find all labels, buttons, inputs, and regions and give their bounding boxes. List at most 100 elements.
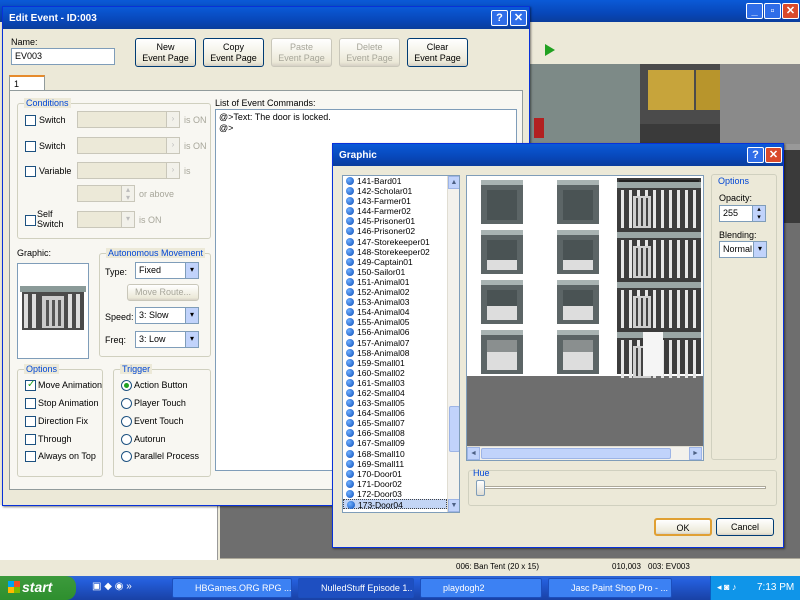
help-button[interactable]: ? (491, 10, 508, 26)
graphic-list-item[interactable]: 165-Small07 (343, 418, 447, 428)
command-line[interactable]: @> (219, 123, 513, 134)
close-button[interactable]: ✕ (510, 10, 527, 26)
map-tree-pane (0, 505, 218, 560)
graphic-list-item[interactable]: 146-Prisoner02 (343, 226, 447, 236)
through-checkbox[interactable] (25, 434, 36, 445)
task-hbgames[interactable]: HBGames.ORG RPG ... (172, 578, 292, 598)
action-button-radio[interactable] (121, 380, 132, 391)
graphic-list-item[interactable]: 171-Door02 (343, 479, 447, 489)
direction-fix-checkbox[interactable] (25, 416, 36, 427)
variable-select[interactable]: › (77, 162, 180, 179)
graphic-file-list[interactable]: 141-Bard01 142-Scholar01 143-Farmer01 144-F… (342, 175, 460, 513)
task-nulledstuff[interactable]: NulledStuff Episode 1... (298, 578, 414, 598)
play-icon[interactable] (545, 44, 555, 56)
switch1-checkbox[interactable] (25, 115, 36, 126)
graphic-list-item[interactable]: 154-Animal04 (343, 307, 447, 317)
type-select[interactable]: Fixed ▾ (135, 262, 199, 279)
graphic-list-item[interactable]: 168-Small10 (343, 449, 447, 459)
scroll-thumb[interactable] (449, 406, 459, 452)
graphic-list-item[interactable]: 148-Storekeeper02 (343, 247, 447, 257)
hue-slider-track[interactable] (476, 486, 766, 489)
graphic-list-item[interactable]: 161-Small03 (343, 378, 447, 388)
move-animation-checkbox[interactable] (25, 379, 36, 391)
graphic-list-item[interactable]: 158-Animal08 (343, 348, 447, 358)
graphic-list-item[interactable]: 145-Prisoner01 (343, 216, 447, 226)
switch1-select[interactable]: › (77, 111, 180, 128)
graphic-tile-view[interactable]: ◄ ► (466, 175, 704, 461)
variable-checkbox[interactable] (25, 166, 36, 177)
graphic-preview[interactable] (17, 263, 89, 359)
graphic-list-item[interactable]: 169-Small11 (343, 459, 447, 469)
opacity-spinner[interactable]: 255 ▴ ▾ (719, 205, 766, 222)
graphic-list-item[interactable]: 166-Small08 (343, 428, 447, 438)
name-input[interactable]: EV003 (11, 48, 115, 65)
stop-animation-checkbox[interactable] (25, 398, 36, 409)
autorun-label: Autorun (134, 434, 166, 444)
command-line[interactable]: @>Text: The door is locked. (219, 112, 513, 123)
graphic-list-item[interactable]: 173-Door04 (343, 499, 447, 510)
graphic-list-item[interactable]: 141-Bard01 (343, 176, 447, 186)
scroll-down-arrow[interactable]: ▼ (448, 499, 459, 512)
maximize-button[interactable]: ▫ (764, 3, 781, 19)
graphic-list-item[interactable]: 170-Door01 (343, 469, 447, 479)
switch2-checkbox[interactable] (25, 141, 36, 152)
scroll-left-arrow[interactable]: ◄ (467, 447, 480, 460)
hue-slider-thumb[interactable] (476, 480, 485, 496)
ok-button[interactable]: OK (654, 518, 712, 536)
cancel-button[interactable]: Cancel (716, 518, 774, 536)
graphic-list-item[interactable]: 167-Small09 (343, 438, 447, 448)
speed-select[interactable]: 3: Slow ▾ (135, 307, 199, 324)
copy-event-page-button[interactable]: Copy Event Page (203, 38, 264, 67)
tray-icons[interactable]: ◂ ◙ ♪ (717, 582, 736, 593)
graphic-close-button[interactable]: ✕ (765, 147, 782, 163)
graphic-list-item[interactable]: 157-Animal07 (343, 338, 447, 348)
autorun-radio[interactable] (121, 434, 132, 445)
main-close-button[interactable]: ✕ (782, 3, 799, 19)
quicklaunch-icons[interactable]: ▣ ◆ ◉ » (92, 581, 132, 592)
graphic-list-item[interactable]: 164-Small06 (343, 408, 447, 418)
graphic-help-button[interactable]: ? (747, 147, 764, 163)
self-switch-select[interactable]: ▾ (77, 211, 135, 228)
task-playdogh2[interactable]: playdogh2 (420, 578, 542, 598)
graphic-list-item[interactable]: 163-Small05 (343, 398, 447, 408)
paste-event-page-button[interactable]: Paste Event Page (271, 38, 332, 67)
always-on-top-checkbox[interactable] (25, 451, 36, 462)
graphic-list-item[interactable]: 143-Farmer01 (343, 196, 447, 206)
graphic-list-item[interactable]: 144-Farmer02 (343, 206, 447, 216)
player-touch-radio[interactable] (121, 398, 132, 409)
minimize-button[interactable]: _ (746, 3, 763, 19)
graphic-list-item[interactable]: 147-Storekeeper01 (343, 237, 447, 247)
parallel-process-radio[interactable] (121, 451, 132, 462)
delete-event-page-button[interactable]: Delete Event Page (339, 38, 400, 67)
graphic-list-item[interactable]: 150-Sailor01 (343, 267, 447, 277)
scroll-right-arrow[interactable]: ► (689, 447, 702, 460)
tab-page-1[interactable]: 1 (9, 75, 45, 91)
speed-label: Speed: (105, 312, 134, 322)
blending-select[interactable]: Normal ▾ (719, 241, 767, 258)
graphic-list-item[interactable]: 152-Animal02 (343, 287, 447, 297)
task-paintshop[interactable]: Jasc Paint Shop Pro - ... (548, 578, 672, 598)
switch2-select[interactable]: › (77, 137, 180, 154)
graphic-list-item[interactable]: 172-Door03 (343, 489, 447, 499)
event-touch-radio[interactable] (121, 416, 132, 427)
graphic-list-item[interactable]: 151-Animal01 (343, 277, 447, 287)
self-switch-checkbox[interactable] (25, 215, 36, 226)
graphic-list-item[interactable]: 149-Captain01 (343, 257, 447, 267)
edit-event-titlebar: Edit Event - ID:003 ? ✕ (3, 7, 529, 29)
new-event-page-button[interactable]: New Event Page (135, 38, 196, 67)
list-scrollbar[interactable]: ▲ ▼ (447, 176, 459, 512)
move-route-button[interactable]: Move Route... (127, 284, 199, 301)
graphic-list-item[interactable]: 162-Small04 (343, 388, 447, 398)
graphic-list-item[interactable]: 159-Small01 (343, 358, 447, 368)
freq-select[interactable]: 3: Low ▾ (135, 331, 199, 348)
tile-hscrollbar[interactable]: ◄ ► (467, 446, 703, 460)
graphic-list-item[interactable]: 160-Small02 (343, 368, 447, 378)
scroll-up-arrow[interactable]: ▲ (448, 176, 459, 189)
graphic-list-item[interactable]: 155-Animal05 (343, 317, 447, 327)
hscroll-thumb[interactable] (481, 448, 671, 459)
graphic-list-item[interactable]: 153-Animal03 (343, 297, 447, 307)
graphic-list-item[interactable]: 156-Animal06 (343, 327, 447, 337)
variable-value-spinner[interactable]: ▴ ▾ (77, 185, 135, 202)
graphic-list-item[interactable]: 142-Scholar01 (343, 186, 447, 196)
clear-event-page-button[interactable]: Clear Event Page (407, 38, 468, 67)
